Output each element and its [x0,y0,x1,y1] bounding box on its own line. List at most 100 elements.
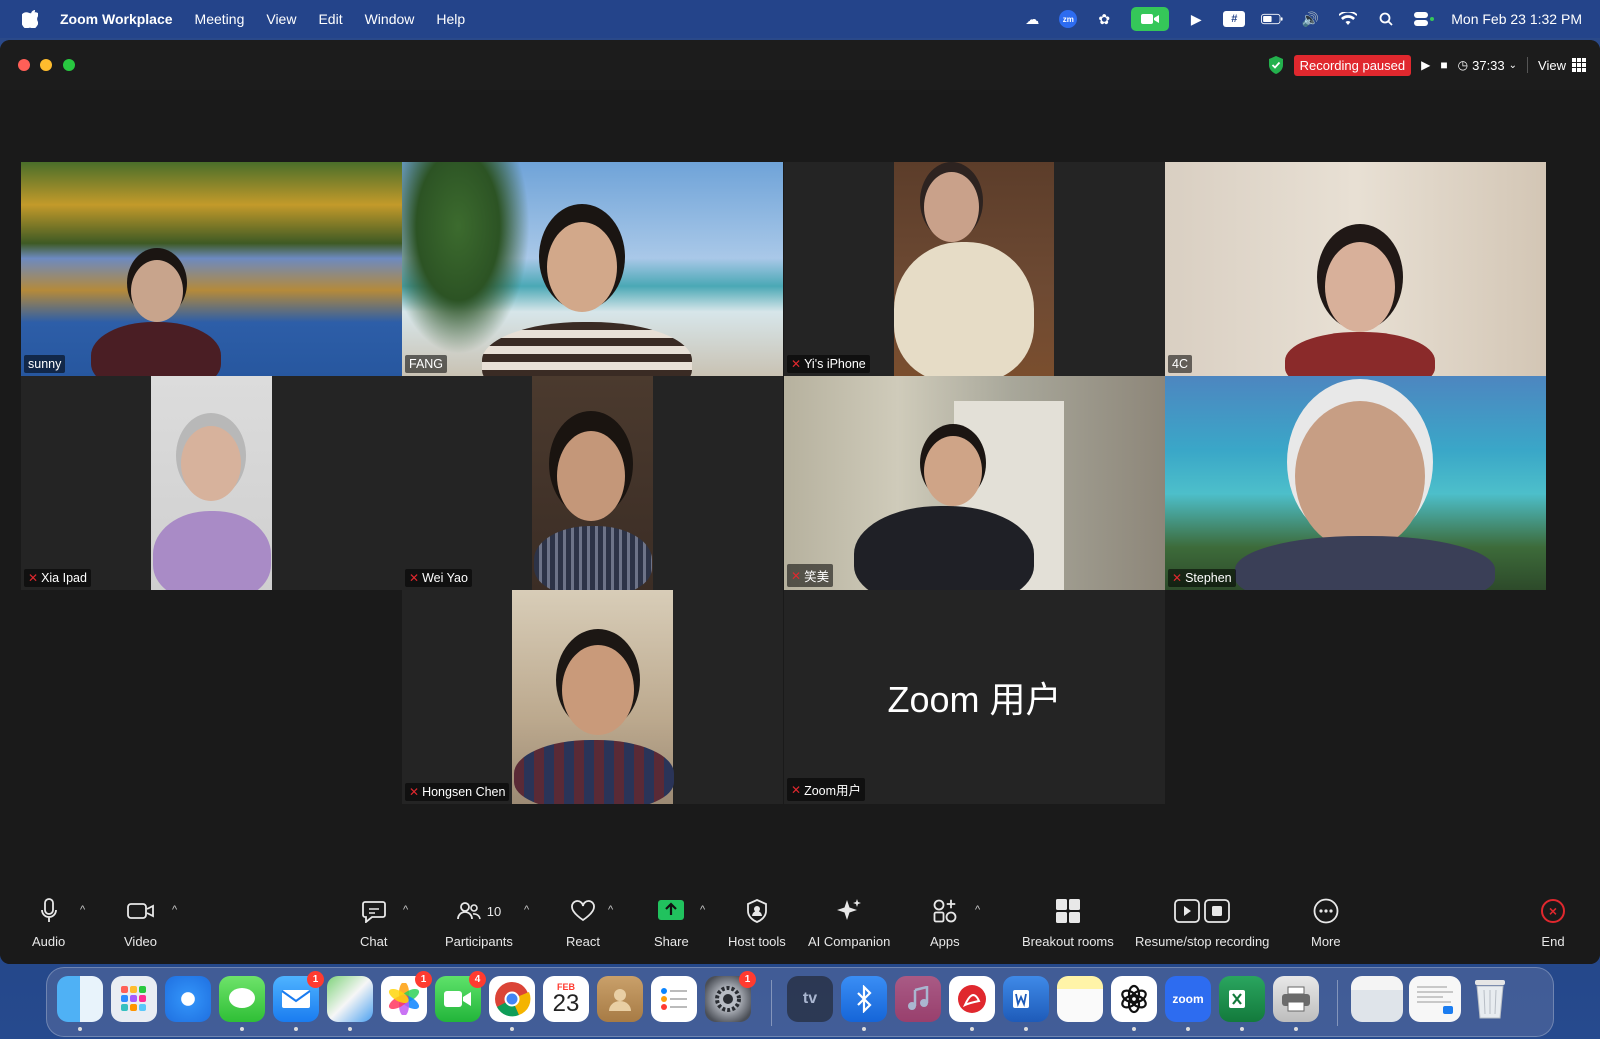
maps-icon[interactable] [327,976,373,1031]
end-meeting-button[interactable]: × End [1541,894,1565,949]
control-center-icon[interactable] [1413,10,1435,28]
titlebar-divider [1527,57,1529,73]
minimized-window-thumbnail[interactable] [1409,976,1461,1022]
contacts-icon[interactable] [597,976,643,1022]
host-tools-button[interactable]: Host tools [728,894,786,949]
notes-icon[interactable] [1057,976,1103,1022]
running-indicator [1024,1027,1028,1031]
running-indicator [240,1027,244,1031]
chat-bubble-icon [361,901,386,923]
participant-face [924,436,982,506]
chatgpt-menu-icon[interactable]: ✿ [1093,10,1115,28]
menu-view[interactable]: View [266,11,296,27]
ai-sparkle-icon [837,899,862,920]
menu-help[interactable]: Help [436,11,465,27]
chatgpt-icon[interactable] [1111,976,1157,1031]
apple-tv-label: tv [802,990,818,1007]
chat-button[interactable]: Chat [360,894,387,949]
react-options-chevron-icon[interactable]: ^ [608,904,613,916]
acrobat-pdf-icon[interactable] [949,976,995,1031]
breakout-rooms-button[interactable]: Breakout rooms [1022,894,1114,949]
close-window-button[interactable] [18,59,30,71]
resume-recording-play-icon [1174,899,1201,923]
video-tile-yi-iphone[interactable]: ✕ Yi's iPhone [784,162,1165,376]
menu-window[interactable]: Window [365,11,415,27]
zoom-menu-icon[interactable]: zm [1059,10,1078,28]
wifi-icon[interactable] [1337,10,1359,28]
video-button[interactable]: Video [124,894,157,949]
react-button[interactable]: React [566,894,600,949]
video-tile-4c[interactable]: 4C [1165,162,1546,376]
meeting-timer[interactable]: ◷ 37:33 ⌄ [1458,58,1517,73]
video-tile-xia-ipad[interactable]: ✕ Xia Ipad [21,376,402,590]
reminders-icon[interactable] [651,976,697,1022]
encryption-shield-icon[interactable] [1268,56,1284,74]
video-tile-stephen[interactable]: ✕ Stephen [1165,376,1546,590]
minimize-window-button[interactable] [40,59,52,71]
input-source-icon[interactable]: # [1223,11,1246,27]
music-icon[interactable] [895,976,941,1022]
chat-options-chevron-icon[interactable]: ^ [403,904,408,916]
minimized-window-thumbnail[interactable] [1351,976,1403,1022]
spotlight-search-icon[interactable] [1375,10,1397,28]
facetime-icon[interactable]: 4 [435,971,486,1022]
apps-button[interactable]: Apps [930,894,960,949]
zoom-app-icon[interactable]: zoom [1165,976,1211,1031]
facetime-badge: 4 [469,971,486,988]
mail-icon[interactable]: 1 [273,971,324,1031]
launchpad-icon[interactable] [111,976,157,1022]
menu-app-name[interactable]: Zoom Workplace [60,11,173,27]
audio-options-chevron-icon[interactable]: ^ [80,904,85,916]
resume-recording-icon[interactable]: ▶ [1421,58,1430,72]
participant-face [1295,401,1425,551]
calendar-icon[interactable]: FEB 23 [543,976,589,1022]
menu-edit[interactable]: Edit [318,11,342,27]
muted-mic-icon: ✕ [791,357,802,371]
apple-tv-icon[interactable]: tv [787,976,833,1022]
menu-meeting[interactable]: Meeting [195,11,245,27]
photos-icon[interactable]: 1 [381,971,432,1022]
resume-stop-recording-button[interactable]: Resume/stop recording [1135,894,1269,949]
trash-icon[interactable] [1467,976,1513,1022]
participants-button[interactable]: 10 Participants [445,894,513,949]
video-options-chevron-icon[interactable]: ^ [172,904,177,916]
end-meeting-icon: × [1541,899,1565,923]
volume-icon[interactable]: 🔊 [1299,10,1321,28]
video-tile-fang[interactable]: FANG [402,162,783,376]
stop-recording-icon[interactable]: ■ [1440,58,1447,72]
breakout-rooms-icon [1055,899,1080,923]
zoom-window-button[interactable] [63,59,75,71]
screen-record-icon[interactable]: ▶ [1185,10,1207,28]
recording-paused-badge[interactable]: Recording paused [1293,54,1412,76]
video-tile-sunny[interactable]: sunny [21,162,402,376]
video-tile-hongsen-chen[interactable]: ✕ Hongsen Chen [402,590,783,804]
apps-options-chevron-icon[interactable]: ^ [975,904,980,916]
finder-icon[interactable] [57,976,103,1031]
system-settings-icon[interactable]: 1 [705,971,756,1022]
more-button[interactable]: More [1311,894,1341,949]
bluetooth-icon[interactable] [841,976,887,1031]
microsoft-word-icon[interactable] [1003,976,1049,1031]
share-button[interactable]: Share [654,894,689,949]
video-tile-xiaomei[interactable]: ✕ 笑美 [784,376,1165,590]
camera-in-use-icon[interactable] [1131,7,1170,31]
view-button[interactable]: View [1538,58,1586,73]
printer-icon[interactable] [1273,976,1319,1031]
safari-icon[interactable] [165,976,211,1022]
ai-companion-button[interactable]: AI Companion [808,894,890,949]
chrome-icon[interactable] [489,976,535,1031]
participant-body [894,242,1034,376]
audio-button[interactable]: Audio [32,894,65,949]
participant-name-tag: ✕ 笑美 [787,564,834,587]
video-tile-wei-yao[interactable]: ✕ Wei Yao [402,376,783,590]
icloud-icon[interactable]: ☁ [1021,10,1043,28]
messages-icon[interactable] [219,976,265,1031]
apple-icon[interactable] [22,10,38,28]
battery-icon[interactable] [1261,10,1283,28]
participants-options-chevron-icon[interactable]: ^ [524,904,529,916]
menubar-clock[interactable]: Mon Feb 23 1:32 PM [1451,11,1582,27]
share-options-chevron-icon[interactable]: ^ [700,904,705,916]
microsoft-excel-icon[interactable] [1219,976,1265,1031]
video-tile-zoom-user[interactable]: Zoom 用户 ✕ Zoom用户 [784,590,1165,804]
running-indicator [78,1027,82,1031]
